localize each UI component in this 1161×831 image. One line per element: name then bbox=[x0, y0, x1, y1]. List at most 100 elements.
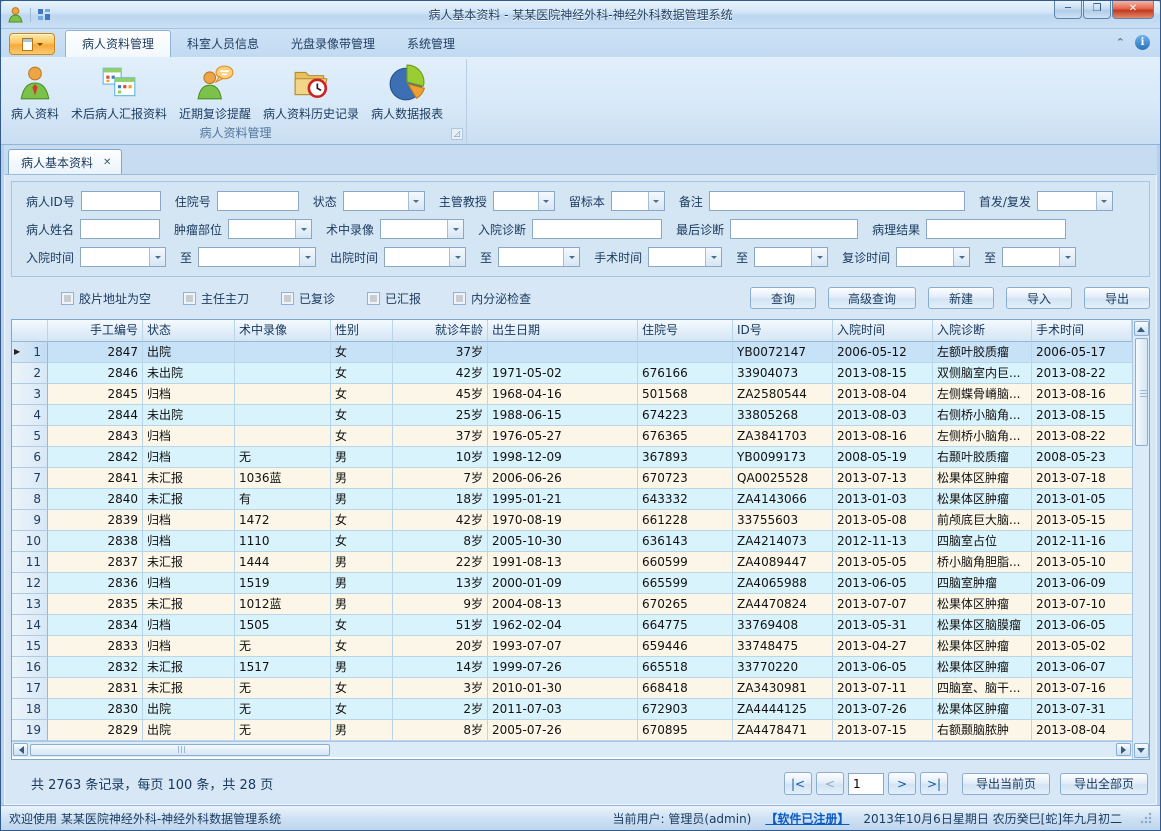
ribbon-tab-staff-info[interactable]: 科室人员信息 bbox=[171, 31, 275, 57]
grid-cell[interactable]: 2831 bbox=[48, 678, 143, 699]
grid-cell[interactable] bbox=[235, 384, 331, 405]
grid-cell[interactable]: 2834 bbox=[48, 615, 143, 636]
grid-cell[interactable] bbox=[235, 363, 331, 384]
layout-icon[interactable] bbox=[37, 7, 52, 22]
grid-cell[interactable]: 13岁 bbox=[393, 573, 488, 594]
grid-cell[interactable]: 女 bbox=[331, 363, 393, 384]
grid-cell[interactable]: 2840 bbox=[48, 489, 143, 510]
grid-cell[interactable]: 1962-02-04 bbox=[488, 615, 638, 636]
grid-cell[interactable]: 女 bbox=[331, 510, 393, 531]
patient-name-input[interactable] bbox=[80, 219, 160, 239]
row-header[interactable]: 4 bbox=[12, 405, 48, 426]
column-header[interactable]: 术中录像 bbox=[235, 320, 331, 342]
inpatient-no-input[interactable] bbox=[217, 191, 299, 211]
grid-cell[interactable]: 2010-01-30 bbox=[488, 678, 638, 699]
column-header[interactable]: 就诊年龄 bbox=[393, 320, 488, 342]
grid-cell[interactable]: 1998-12-09 bbox=[488, 447, 638, 468]
row-header[interactable]: 13 bbox=[12, 594, 48, 615]
application-menu-button[interactable] bbox=[9, 33, 55, 55]
grid-cell[interactable]: 2832 bbox=[48, 657, 143, 678]
advanced-query-button[interactable]: 高级查询 bbox=[828, 287, 916, 309]
scroll-right-icon[interactable] bbox=[1116, 743, 1131, 756]
grid-cell[interactable]: 未汇报 bbox=[143, 489, 235, 510]
grid-cell[interactable]: ZA3841703 bbox=[733, 426, 833, 447]
grid-cell[interactable]: 636143 bbox=[638, 531, 733, 552]
column-header[interactable]: 性别 bbox=[331, 320, 393, 342]
next-page-button[interactable]: > bbox=[888, 772, 916, 795]
grid-cell[interactable]: 1519 bbox=[235, 573, 331, 594]
table-row[interactable]: 22846未出院女42岁1971-05-02676166339040732013… bbox=[12, 363, 1132, 384]
grid-cell[interactable]: 2013-06-07 bbox=[1032, 657, 1132, 678]
grid-cell[interactable]: 2843 bbox=[48, 426, 143, 447]
grid-cell[interactable]: 归档 bbox=[143, 531, 235, 552]
grid-cell[interactable]: 2000-01-09 bbox=[488, 573, 638, 594]
grid-cell[interactable]: 男 bbox=[331, 720, 393, 741]
grid-cell[interactable]: 37岁 bbox=[393, 426, 488, 447]
grid-cell[interactable]: 2830 bbox=[48, 699, 143, 720]
new-button[interactable]: 新建 bbox=[928, 287, 994, 309]
grid-cell[interactable]: 42岁 bbox=[393, 510, 488, 531]
query-button[interactable]: 查询 bbox=[750, 287, 816, 309]
grid-cell[interactable]: 2837 bbox=[48, 552, 143, 573]
table-row[interactable]: 42844未出院女25岁1988-06-15674223338052682013… bbox=[12, 405, 1132, 426]
grid-cell[interactable]: 右额颞脑脓肿 bbox=[933, 720, 1032, 741]
admission-time-to-select[interactable] bbox=[198, 247, 316, 267]
first-page-button[interactable]: |< bbox=[784, 772, 812, 795]
grid-cell[interactable]: 676365 bbox=[638, 426, 733, 447]
grid-cell[interactable]: 2012-11-13 bbox=[833, 531, 933, 552]
grid-cell[interactable]: 1517 bbox=[235, 657, 331, 678]
grid-cell[interactable]: 2岁 bbox=[393, 699, 488, 720]
grid-cell[interactable]: 男 bbox=[331, 573, 393, 594]
column-header[interactable]: 入院诊断 bbox=[933, 320, 1032, 342]
grid-cell[interactable]: 2006-05-12 bbox=[833, 342, 933, 363]
checkbox-icon[interactable] bbox=[183, 292, 196, 305]
grid-cell[interactable]: 女 bbox=[331, 405, 393, 426]
chevron-down-icon[interactable] bbox=[538, 192, 554, 210]
professor-select[interactable] bbox=[493, 191, 555, 211]
grid-cell[interactable]: 1110 bbox=[235, 531, 331, 552]
ribbon-tab-disc-management[interactable]: 光盘录像带管理 bbox=[275, 31, 391, 57]
grid-cell[interactable]: 670265 bbox=[638, 594, 733, 615]
chevron-down-icon[interactable] bbox=[811, 248, 827, 266]
table-row[interactable]: 32845归档女45岁1968-04-16501568ZA25805442013… bbox=[12, 384, 1132, 405]
grid-cell[interactable]: 无 bbox=[235, 447, 331, 468]
ribbon-tab-patient-management[interactable]: 病人资料管理 bbox=[65, 30, 171, 57]
grid-cell[interactable] bbox=[235, 405, 331, 426]
grid-cell[interactable]: 2013-08-03 bbox=[833, 405, 933, 426]
row-header[interactable]: 6 bbox=[12, 447, 48, 468]
grid-cell[interactable]: 42岁 bbox=[393, 363, 488, 384]
import-button[interactable]: 导入 bbox=[1006, 287, 1072, 309]
grid-cell[interactable]: ZA3430981 bbox=[733, 678, 833, 699]
grid-cell[interactable]: 2846 bbox=[48, 363, 143, 384]
grid-cell[interactable]: 松果体区肿瘤 bbox=[933, 699, 1032, 720]
table-row[interactable]: 172831未汇报无女3岁2010-01-30668418ZA343098120… bbox=[12, 678, 1132, 699]
table-row[interactable]: 192829出院无男8岁2005-07-26670895ZA4478471201… bbox=[12, 720, 1132, 741]
grid-cell[interactable]: 2013-08-22 bbox=[1032, 426, 1132, 447]
grid-cell[interactable]: 33904073 bbox=[733, 363, 833, 384]
chevron-down-icon[interactable] bbox=[299, 248, 315, 266]
grid-cell[interactable]: 男 bbox=[331, 657, 393, 678]
grid-cell[interactable]: 1976-05-27 bbox=[488, 426, 638, 447]
column-header[interactable]: 住院号 bbox=[638, 320, 733, 342]
grid-cell[interactable]: 25岁 bbox=[393, 405, 488, 426]
grid-cell[interactable]: 未汇报 bbox=[143, 552, 235, 573]
row-header[interactable]: 19 bbox=[12, 720, 48, 741]
grid-cell[interactable]: 2845 bbox=[48, 384, 143, 405]
grid-cell[interactable]: 2008-05-23 bbox=[1032, 447, 1132, 468]
grid-cell[interactable]: 661228 bbox=[638, 510, 733, 531]
grid-cell[interactable]: 14岁 bbox=[393, 657, 488, 678]
grid-cell[interactable]: 松果体区肿瘤 bbox=[933, 468, 1032, 489]
grid-cell[interactable]: 归档 bbox=[143, 573, 235, 594]
grid-cell[interactable]: 1036蓝 bbox=[235, 468, 331, 489]
column-header[interactable]: 出生日期 bbox=[488, 320, 638, 342]
grid-cell[interactable]: 出院 bbox=[143, 342, 235, 363]
grid-cell[interactable]: 664775 bbox=[638, 615, 733, 636]
grid-cell[interactable]: 18岁 bbox=[393, 489, 488, 510]
grid-cell[interactable]: 2004-08-13 bbox=[488, 594, 638, 615]
vertical-scrollbar[interactable] bbox=[1132, 320, 1149, 759]
vertical-scroll-thumb[interactable] bbox=[1135, 338, 1148, 446]
grid-cell[interactable]: YB0072147 bbox=[733, 342, 833, 363]
grid-cell[interactable]: 2841 bbox=[48, 468, 143, 489]
row-header[interactable]: 2 bbox=[12, 363, 48, 384]
column-header[interactable]: 状态 bbox=[143, 320, 235, 342]
